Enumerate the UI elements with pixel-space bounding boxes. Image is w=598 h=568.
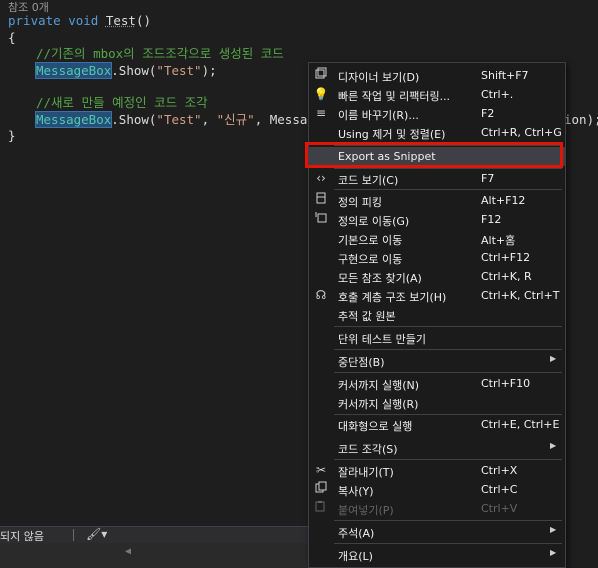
menu-separator <box>334 520 562 521</box>
menu-item-call-hierarchy[interactable]: ☊ 호출 계층 구조 보기(H) Ctrl+K, Ctrl+T <box>309 286 565 305</box>
menu-item-go-to-implementation[interactable]: 구현으로 이동 Ctrl+F12 <box>309 248 565 267</box>
call-hierarchy-icon: ☊ <box>315 288 327 302</box>
brush-icon[interactable]: 🖌▾ <box>86 527 107 541</box>
args-tail: ion); <box>564 112 598 127</box>
menu-item-create-unit-tests[interactable]: 단위 테스트 만들기 <box>309 328 565 347</box>
go-to-definition-icon <box>313 211 329 227</box>
issues-status[interactable]: 되지 않음 <box>0 528 44 544</box>
method-name: Test <box>105 13 136 28</box>
menu-item-run-to-cursor[interactable]: 커서까지 실행(N) Ctrl+F10 <box>309 374 565 393</box>
close-brace: } <box>8 128 16 143</box>
submenu-arrow-icon: ▶ <box>550 441 557 450</box>
string-literal: "Test" <box>156 63 202 78</box>
menu-item-peek-definition[interactable]: 정의 피킹 Alt+F12 <box>309 191 565 210</box>
designer-icon <box>313 67 329 83</box>
menu-item-snippets[interactable]: 코드 조각(S) ▶ <box>309 438 565 457</box>
close-paren: ); <box>201 63 217 78</box>
copy-icon <box>313 481 329 497</box>
code-line-7-tail: ion); <box>564 112 598 128</box>
menu-separator <box>334 326 562 327</box>
menu-separator <box>334 459 562 460</box>
code-icon: ‹› <box>316 171 326 185</box>
comma-text: , <box>201 112 217 127</box>
class-name: MessageBox <box>34 62 113 79</box>
code-line-7[interactable]: MessageBox.Show("Test", "신규", MessageB <box>34 111 330 128</box>
menu-item-run-to-cursor-2[interactable]: 커서까지 실행(R) <box>309 393 565 412</box>
paste-icon <box>313 500 329 516</box>
highlight-annotation-box <box>305 142 563 168</box>
peek-definition-icon <box>313 192 329 208</box>
code-line-4[interactable]: MessageBox.Show("Test"); <box>34 62 217 79</box>
horizontal-scrollbar[interactable]: ◀ <box>0 543 310 568</box>
menu-item-remove-sort-usings[interactable]: Using 제거 및 정렬(E) Ctrl+R, Ctrl+G <box>309 123 565 142</box>
scroll-left-icon[interactable]: ◀ <box>125 546 131 557</box>
menu-separator <box>334 349 562 350</box>
menu-item-go-to-base[interactable]: 기본으로 이동 Alt+홈 <box>309 229 565 248</box>
open-brace: { <box>8 30 16 45</box>
menu-item-comment[interactable]: 주석(A) ▶ <box>309 522 565 541</box>
string-literal: "Test" <box>156 112 202 127</box>
menu-item-paste[interactable]: 붙여넣기(P) Ctrl+V <box>309 499 565 518</box>
comment-text: //새로 만들 예정인 코드 조각 <box>36 95 208 110</box>
class-name: MessageBox <box>34 111 113 128</box>
code-line-8[interactable]: } <box>8 128 16 144</box>
editor-status-bar: 되지 않음 🖌▾ <box>0 526 310 543</box>
code-line-2[interactable]: { <box>8 30 16 46</box>
submenu-arrow-icon: ▶ <box>550 354 557 363</box>
context-menu: 디자이너 보기(D) Shift+F7 💡 빠른 작업 및 리팩터링... Ct… <box>308 62 566 568</box>
menu-item-outlining[interactable]: 개요(L) ▶ <box>309 545 565 564</box>
menu-item-view-code[interactable]: ‹› 코드 보기(C) F7 <box>309 169 565 188</box>
code-line-1[interactable]: private void Test() <box>8 13 151 29</box>
code-line-3[interactable]: //기존의 mbox의 조드조각으로 생성된 코드 <box>36 46 284 62</box>
status-separator <box>73 529 74 541</box>
menu-item-go-to-definition[interactable]: 정의로 이동(G) F12 <box>309 210 565 229</box>
menu-item-view-designer[interactable]: 디자이너 보기(D) Shift+F7 <box>309 66 565 85</box>
menu-item-find-all-references[interactable]: 모든 참조 찾기(A) Ctrl+K, R <box>309 267 565 286</box>
menu-item-rename[interactable]: ≡ 이름 바꾸기(R)... F2 <box>309 104 565 123</box>
scissors-icon: ✂ <box>315 463 327 477</box>
submenu-arrow-icon: ▶ <box>550 525 557 534</box>
menu-item-quick-actions[interactable]: 💡 빠른 작업 및 리팩터링... Ctrl+. <box>309 85 565 104</box>
keyword-text: private void <box>8 13 106 28</box>
paren-text: () <box>135 13 152 28</box>
menu-item-breakpoint[interactable]: 중단점(B) ▶ <box>309 351 565 370</box>
menu-item-track-value-source[interactable]: 추적 값 원본 <box>309 305 565 324</box>
string-literal-2: "신규" <box>216 112 255 127</box>
code-line-6[interactable]: //새로 만들 예정인 코드 조각 <box>36 95 208 111</box>
rename-icon: ≡ <box>315 106 327 120</box>
comment-text: //기존의 mbox의 조드조각으로 생성된 코드 <box>36 46 284 61</box>
lightbulb-icon: 💡 <box>313 87 329 101</box>
menu-separator <box>334 543 562 544</box>
menu-separator <box>334 189 562 190</box>
menu-item-copy[interactable]: 복사(Y) Ctrl+C <box>309 480 565 499</box>
menu-separator <box>334 372 562 373</box>
menu-item-cut[interactable]: ✂ 잘라내기(T) Ctrl+X <box>309 461 565 480</box>
menu-item-execute-interactive[interactable]: 대화형으로 실행 Ctrl+E, Ctrl+E <box>309 415 565 434</box>
method-call: .Show( <box>111 112 157 127</box>
submenu-arrow-icon: ▶ <box>550 548 557 557</box>
method-call: .Show( <box>111 63 157 78</box>
